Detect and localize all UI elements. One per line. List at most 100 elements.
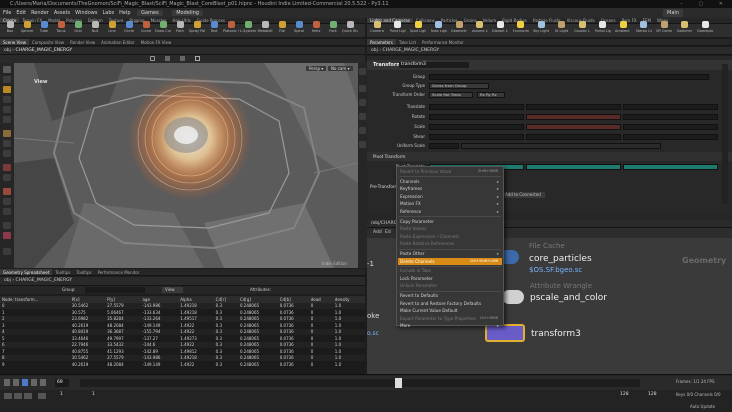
- shelf-tool-button[interactable]: Text: [206, 20, 222, 37]
- shelf-tool-button[interactable]: Area Light: [431, 20, 447, 37]
- shear-y[interactable]: [526, 133, 621, 140]
- path-node[interactable]: obj: [4, 48, 11, 53]
- pivot-section[interactable]: Pivot Transform: [367, 152, 732, 161]
- shelf-tool-button[interactable]: Camera: [369, 20, 385, 37]
- shelf-tool-button[interactable]: Circle: [121, 20, 137, 37]
- frame-marker[interactable]: [395, 378, 402, 388]
- shelf-tool-button[interactable]: Torus: [53, 20, 69, 37]
- shelf-tool-button[interactable]: Spot Light: [410, 20, 426, 37]
- shelf-tool-button[interactable]: GI Light: [554, 20, 570, 37]
- window-controls[interactable]: – ▢ ✕: [680, 0, 730, 8]
- auto-update-menu[interactable]: Auto Update: [690, 404, 715, 409]
- magnet-tool-icon[interactable]: [3, 150, 11, 157]
- select-tool-icon[interactable]: [3, 66, 11, 73]
- go-end-icon[interactable]: [40, 379, 46, 386]
- range-start-2[interactable]: 1: [92, 392, 95, 397]
- shelf-tool-button[interactable]: Switcher: [677, 20, 693, 37]
- tab-composite-view[interactable]: Composite View: [29, 39, 67, 45]
- menu-render[interactable]: Render: [31, 10, 49, 16]
- tab-tooltips[interactable]: Tooltips: [52, 269, 73, 275]
- select-mode-icon[interactable]: [165, 56, 170, 61]
- shelf-tool-button[interactable]: Font: [325, 20, 341, 37]
- path-child[interactable]: CHARGE_MAGIC_ENERGY: [383, 48, 440, 53]
- shelf-tool-button[interactable]: Tube: [36, 20, 52, 37]
- shear-x[interactable]: [429, 133, 524, 140]
- rotate-x[interactable]: [429, 113, 524, 120]
- shelf-tool-button[interactable]: Helix: [308, 20, 324, 37]
- shelf-tool-button[interactable]: File: [274, 20, 290, 37]
- tab-parameters[interactable]: Parameters: [367, 39, 396, 45]
- lattice-tool-icon[interactable]: [3, 174, 11, 181]
- shelf-tool-button[interactable]: Sky Light: [533, 20, 549, 37]
- context-menu-item[interactable]: Expression ▸: [398, 193, 502, 201]
- shelf-tool-button[interactable]: VR Camera: [656, 20, 672, 37]
- menu-windows[interactable]: Windows: [75, 10, 97, 16]
- menu-assets[interactable]: Assets: [54, 10, 70, 16]
- wire-icon[interactable]: [195, 56, 200, 61]
- rot-order-menu[interactable]: Rx Ry Rz: [477, 91, 505, 98]
- shelf-tool-button[interactable]: Box: [2, 20, 18, 37]
- record-tool-icon[interactable]: [3, 164, 11, 171]
- shelf-tool-button[interactable]: Line: [104, 20, 120, 37]
- param-scrollbar[interactable]: [722, 64, 728, 204]
- light-tool-icon[interactable]: [3, 198, 11, 205]
- tab-render-view[interactable]: Render View: [67, 39, 98, 45]
- key-icon[interactable]: [38, 393, 46, 399]
- pivot-y[interactable]: [526, 163, 621, 170]
- desktop-selector[interactable]: Games: [137, 10, 163, 16]
- shelf-tool-button[interactable]: Portal Light: [595, 20, 611, 37]
- step-back-icon[interactable]: [13, 379, 19, 386]
- shear-z[interactable]: [623, 133, 718, 140]
- rotate-tool-icon[interactable]: [3, 96, 11, 103]
- context-menu-item[interactable]: Revert to Defaults: [398, 292, 502, 300]
- add-menu[interactable]: Add: [373, 228, 382, 238]
- context-menu-item[interactable]: Channels ▸: [398, 178, 502, 186]
- tab-take-list[interactable]: Take List: [396, 39, 419, 45]
- tab-performance[interactable]: Performance Monitor: [419, 39, 467, 45]
- shelf-tool-button[interactable]: Volume Light: [472, 20, 488, 37]
- main-selector[interactable]: Main: [663, 9, 683, 17]
- context-menu-item[interactable]: Make Current Value Default: [398, 307, 502, 315]
- current-frame-field[interactable]: 69: [55, 379, 69, 387]
- rotate-y[interactable]: [526, 113, 621, 120]
- shelf-tool-button[interactable]: Point Light: [390, 20, 406, 37]
- handle-tool-icon[interactable]: [3, 86, 11, 93]
- menu-labs[interactable]: Labs: [102, 10, 114, 16]
- path-child[interactable]: CHARGE_MAGIC_ENERGY: [16, 48, 73, 53]
- shelf-tool-button[interactable]: L-System: [240, 20, 256, 37]
- view-menu[interactable]: View: [162, 287, 183, 293]
- scale-y[interactable]: [526, 123, 621, 130]
- brush-tool-icon[interactable]: [3, 140, 11, 147]
- shelf-tool-button[interactable]: Curve: [138, 20, 154, 37]
- camera-menu[interactable]: No cam ▾: [328, 66, 353, 71]
- shelf-tool-button[interactable]: Environment Light: [513, 20, 529, 37]
- uniform-scale-field[interactable]: [429, 142, 459, 149]
- add-connected-button[interactable]: Add to Connected: [501, 192, 545, 198]
- move-tool-icon[interactable]: [3, 76, 11, 83]
- shelf-tool-button[interactable]: Spray Paint: [189, 20, 205, 37]
- scale-z[interactable]: [623, 123, 718, 130]
- shelf-tool-button[interactable]: Sphere: [19, 20, 35, 37]
- shelf-tool-button[interactable]: Geometry Light: [451, 20, 467, 37]
- shelf-tool-button[interactable]: Stereo Camera: [636, 20, 652, 37]
- persp-menu[interactable]: Persp ▾: [306, 66, 327, 71]
- stop-icon[interactable]: [22, 379, 28, 386]
- group-input[interactable]: [429, 73, 709, 80]
- display-icon[interactable]: [180, 56, 185, 61]
- measure-tool-icon[interactable]: [3, 222, 11, 229]
- handle-red-icon[interactable]: [3, 232, 11, 239]
- group-type-menu[interactable]: Guess from Group: [429, 82, 489, 89]
- translate-x[interactable]: [429, 103, 524, 110]
- context-menu-item[interactable]: Keyframes ▸: [398, 185, 502, 193]
- scene-viewport[interactable]: View Persp ▾ No cam ▾ Indie Edition: [14, 63, 358, 268]
- context-menu-item[interactable]: Reference ▸: [398, 208, 502, 216]
- shelf-tool-button[interactable]: Quick Shapes: [342, 20, 358, 37]
- path-node[interactable]: obj: [4, 278, 11, 283]
- shelf-tool-button[interactable]: Spiral: [291, 20, 307, 37]
- node-name-field[interactable]: transform3: [399, 62, 469, 68]
- go-start-icon[interactable]: [4, 379, 10, 386]
- camera-tool-icon[interactable]: [3, 188, 11, 195]
- tab-animation-editor[interactable]: Animation Editor: [98, 39, 138, 45]
- pose-tool-icon[interactable]: [3, 116, 11, 123]
- range-end-2[interactable]: 128: [648, 392, 657, 397]
